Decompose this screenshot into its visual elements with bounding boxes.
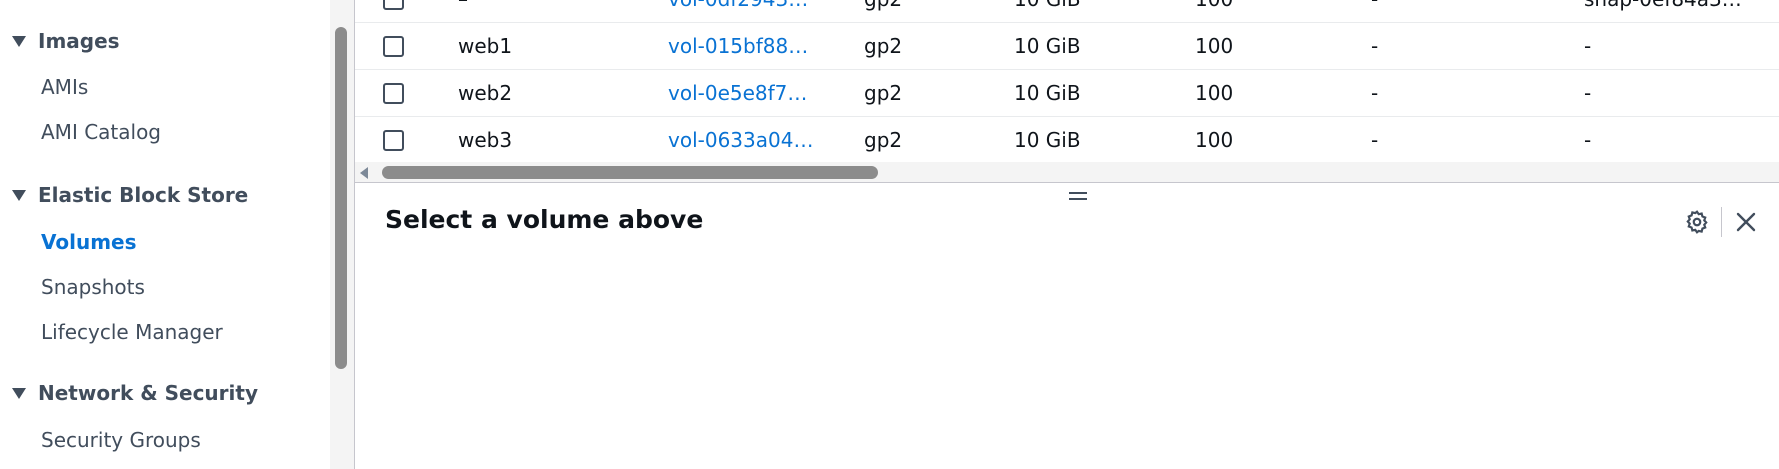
split-panel-title: Select a volume above bbox=[385, 205, 704, 234]
cell-iops: 100 bbox=[1195, 128, 1234, 152]
cell-name: – bbox=[458, 0, 638, 23]
sidebar-scrollbar[interactable] bbox=[330, 0, 354, 469]
cell-size: 10 GiB bbox=[1014, 34, 1081, 58]
row-checkbox[interactable] bbox=[383, 23, 405, 70]
cell-type: gp2 bbox=[864, 128, 903, 152]
split-panel-actions bbox=[1681, 206, 1762, 238]
checkbox[interactable] bbox=[383, 130, 404, 151]
volume-id-link[interactable]: vol-015bf88… bbox=[668, 23, 818, 70]
cell-size: 10 GiB bbox=[1014, 81, 1081, 105]
table-row[interactable]: web2 vol-0e5e8f7… gp2 10 GiB 100 - - bbox=[355, 70, 1779, 117]
section-label: Elastic Block Store bbox=[38, 183, 249, 207]
horizontal-scrollbar[interactable] bbox=[355, 162, 1779, 182]
cell-throughput: - bbox=[1371, 0, 1431, 23]
cell-snapshot: - bbox=[1584, 81, 1592, 105]
sidebar-item-volumes[interactable]: Volumes bbox=[41, 230, 137, 254]
volume-id-link[interactable]: vol-0df2943… bbox=[668, 0, 818, 23]
sidebar-item-lifecycle-manager[interactable]: Lifecycle Manager bbox=[41, 320, 223, 344]
cell-size: 10 GiB bbox=[1014, 128, 1081, 152]
gear-icon[interactable] bbox=[1681, 206, 1713, 238]
cell-type: gp2 bbox=[864, 81, 903, 105]
table-row[interactable]: – vol-0df2943… gp2 10 GiB 100 - snap-0ef… bbox=[355, 0, 1779, 23]
cell-throughput: - bbox=[1371, 34, 1379, 58]
scrollbar-thumb[interactable] bbox=[382, 166, 878, 179]
volume-id-link[interactable]: vol-0633a04… bbox=[668, 117, 818, 164]
cell-iops: 100 bbox=[1195, 0, 1275, 23]
close-icon[interactable] bbox=[1730, 206, 1762, 238]
sidebar-item-snapshots[interactable]: Snapshots bbox=[41, 275, 145, 299]
main-content: – vol-0df2943… gp2 10 GiB 100 - snap-0ef… bbox=[354, 0, 1779, 469]
cell-name: web2 bbox=[458, 81, 513, 105]
sidebar-item-amis[interactable]: AMIs bbox=[41, 75, 88, 99]
row-checkbox[interactable] bbox=[383, 117, 405, 164]
checkbox[interactable] bbox=[383, 0, 404, 10]
sidebar-nav: Images AMIs AMI Catalog Elastic Block St… bbox=[0, 0, 330, 469]
row-checkbox[interactable] bbox=[383, 70, 405, 117]
cell-size: 10 GiB bbox=[1014, 0, 1134, 23]
sidebar-item-ami-catalog[interactable]: AMI Catalog bbox=[41, 120, 161, 144]
scrollbar-thumb[interactable] bbox=[335, 27, 347, 369]
resize-handle-icon[interactable] bbox=[1069, 192, 1087, 202]
checkbox[interactable] bbox=[383, 83, 404, 104]
section-label: Images bbox=[38, 29, 120, 53]
section-label: Network & Security bbox=[38, 381, 258, 405]
section-network-security[interactable]: Network & Security bbox=[12, 381, 258, 405]
cell-name: web3 bbox=[458, 128, 513, 152]
section-elastic-block-store[interactable]: Elastic Block Store bbox=[12, 183, 248, 207]
scroll-left-arrow-icon[interactable] bbox=[360, 167, 368, 179]
row-checkbox[interactable] bbox=[383, 0, 405, 23]
cell-snapshot: snap-0ef84a3… bbox=[1584, 0, 1779, 23]
checkbox[interactable] bbox=[383, 36, 404, 57]
sidebar-item-security-groups[interactable]: Security Groups bbox=[41, 428, 201, 452]
cell-iops: 100 bbox=[1195, 34, 1234, 58]
section-images[interactable]: Images bbox=[12, 29, 120, 53]
cell-name: web1 bbox=[458, 34, 513, 58]
table-row[interactable]: web3 vol-0633a04… gp2 10 GiB 100 - - bbox=[355, 117, 1779, 164]
caret-down-icon bbox=[12, 35, 26, 47]
cell-type: gp2 bbox=[864, 0, 964, 23]
cell-throughput: - bbox=[1371, 128, 1379, 152]
divider bbox=[1721, 207, 1722, 237]
table-row[interactable]: web1 vol-015bf88… gp2 10 GiB 100 - - bbox=[355, 23, 1779, 70]
cell-iops: 100 bbox=[1195, 81, 1234, 105]
split-panel-divider bbox=[355, 182, 1779, 183]
cell-snapshot: - bbox=[1584, 128, 1592, 152]
caret-down-icon bbox=[12, 387, 26, 399]
cell-snapshot: - bbox=[1584, 34, 1592, 58]
cell-throughput: - bbox=[1371, 81, 1379, 105]
caret-down-icon bbox=[12, 189, 26, 201]
volume-id-link[interactable]: vol-0e5e8f7… bbox=[668, 70, 818, 117]
cell-type: gp2 bbox=[864, 34, 903, 58]
